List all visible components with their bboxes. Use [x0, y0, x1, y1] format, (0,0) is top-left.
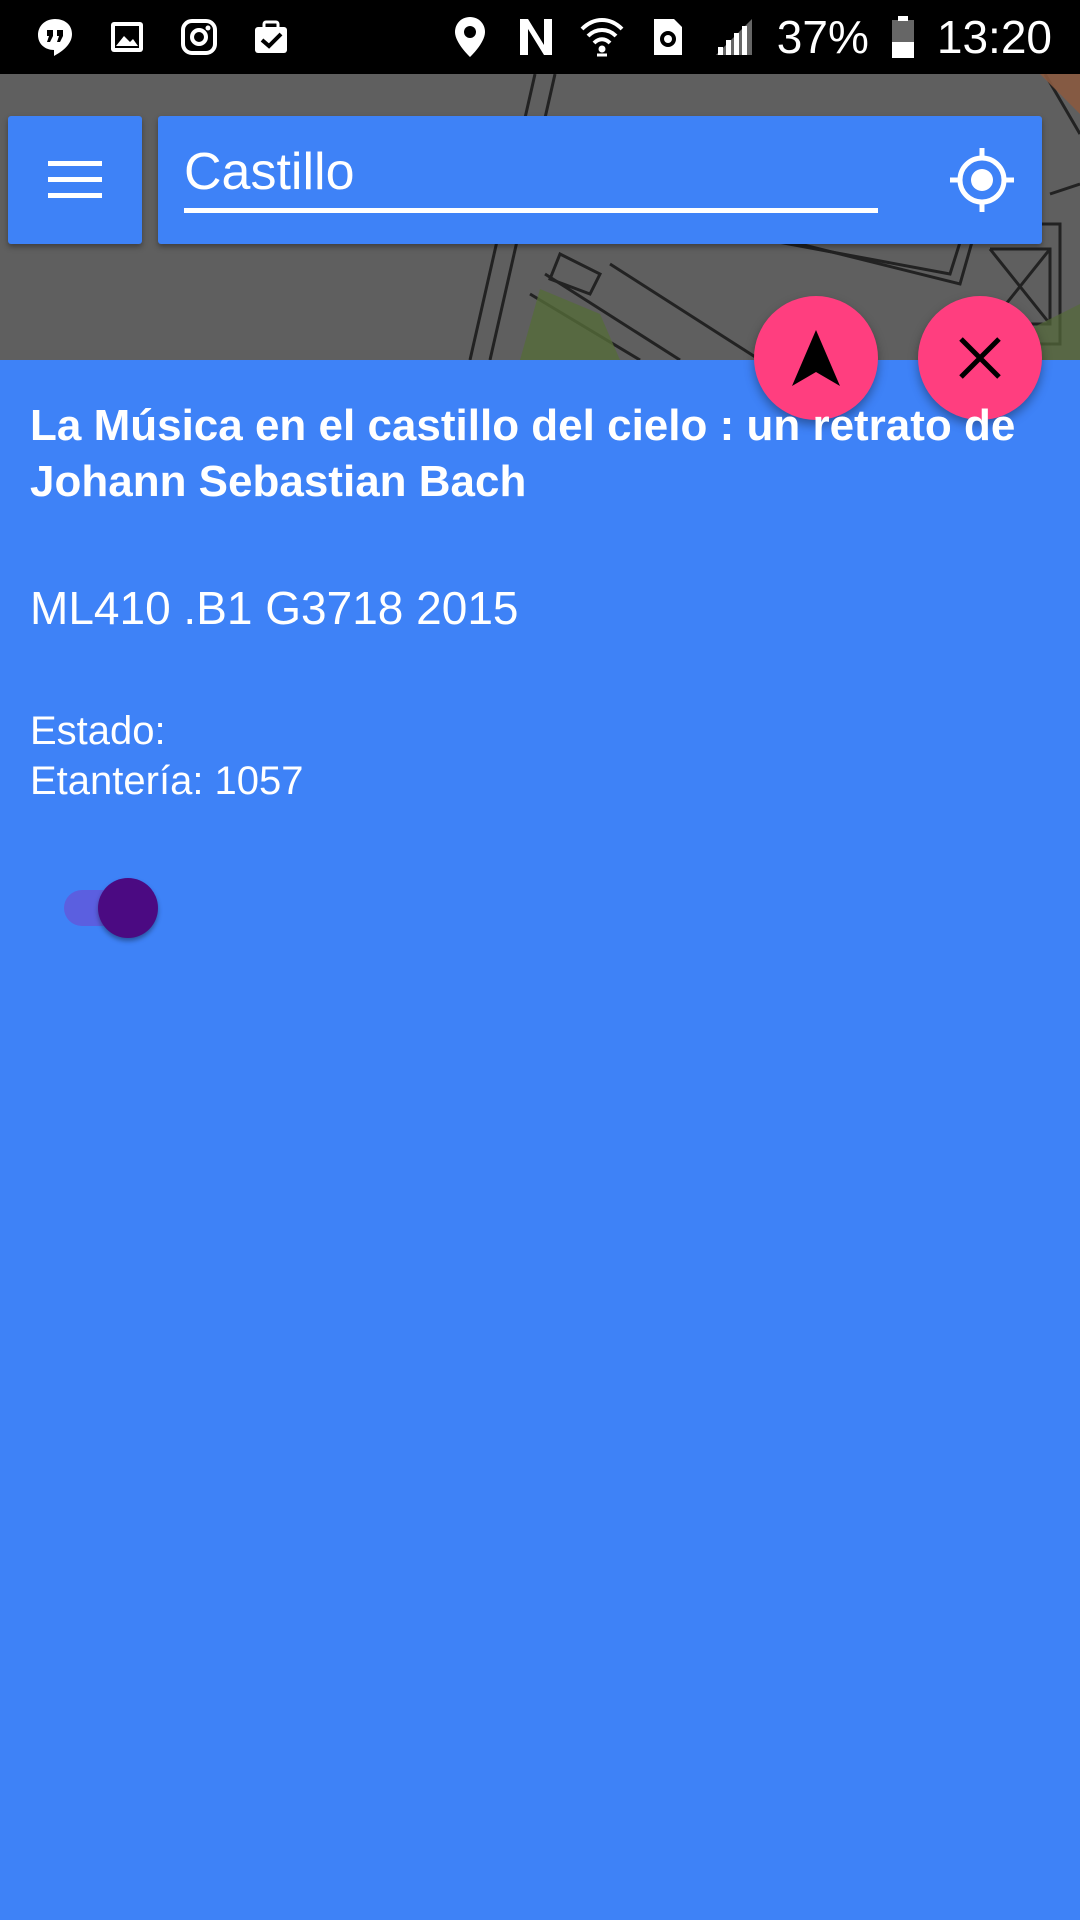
battery-percent: 37%: [776, 11, 869, 63]
battery-icon: [889, 14, 917, 60]
clock: 13:20: [936, 11, 1052, 63]
instagram-icon: [176, 14, 222, 60]
hangouts-icon: [32, 14, 78, 60]
toggle-thumb: [98, 878, 158, 938]
status-label: Estado:: [30, 709, 166, 753]
shelf-label: Etantería: 1057: [30, 759, 304, 803]
item-title: La Música en el castillo del cielo : un …: [30, 401, 1016, 506]
clipboard-check-icon: [248, 14, 294, 60]
menu-button[interactable]: [8, 116, 142, 244]
wifi-icon: [579, 14, 625, 60]
navigation-arrow-icon: [792, 330, 840, 386]
call-number: ML410 .B1 G3718 2015: [30, 582, 519, 634]
search-input[interactable]: [184, 136, 878, 213]
gallery-icon: [104, 14, 150, 60]
locate-button[interactable]: [948, 146, 1016, 214]
signal-icon: [711, 14, 757, 60]
notification-icons: [32, 14, 294, 60]
nfc-icon: [513, 14, 559, 60]
search-bar: [158, 116, 1042, 244]
data-saver-icon: [645, 14, 691, 60]
status-bar: 37% 13:20: [0, 0, 1080, 74]
hamburger-menu-icon: [48, 161, 102, 198]
location-pin-icon: [447, 14, 493, 60]
close-icon: [959, 337, 1001, 379]
toggle-switch[interactable]: [64, 878, 162, 938]
system-icons: 37% 13:20: [447, 10, 1052, 64]
my-location-icon: [950, 148, 1014, 212]
